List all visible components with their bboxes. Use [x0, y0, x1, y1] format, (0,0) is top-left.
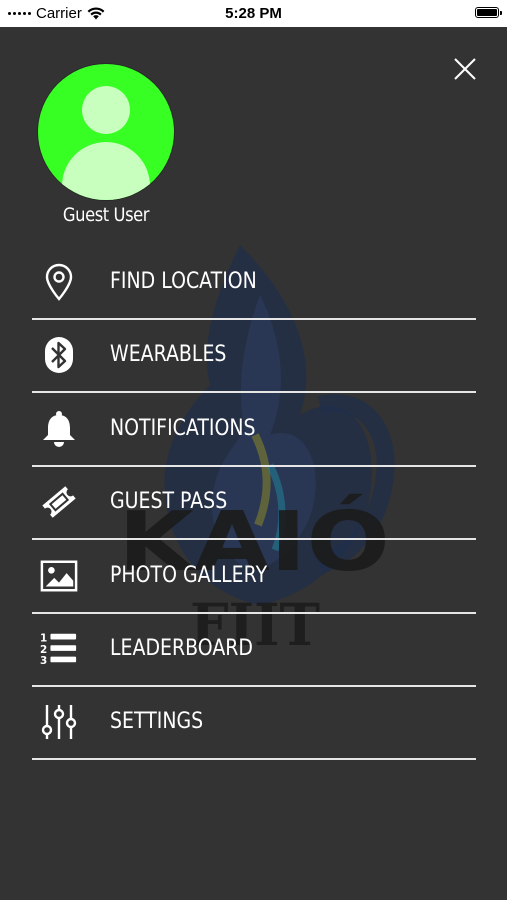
- ranked-list-icon: 1 2 3: [40, 630, 78, 668]
- user-name: Guest User: [62, 204, 150, 226]
- menu-item-wearables[interactable]: WEARABLES: [32, 321, 476, 394]
- status-bar: Carrier 5:28 PM: [0, 0, 507, 27]
- avatar[interactable]: [38, 64, 174, 200]
- menu-item-notifications[interactable]: NOTIFICATIONS: [32, 395, 476, 467]
- menu-item-leaderboard[interactable]: 1 2 3 LEADERBOARD: [32, 615, 476, 687]
- menu-item-photo-gallery[interactable]: PHOTO GALLERY: [32, 542, 476, 614]
- location-pin-icon: [40, 263, 78, 301]
- menu-item-label: NOTIFICATIONS: [110, 415, 256, 441]
- menu-item-label: FIND LOCATION: [110, 269, 257, 294]
- avatar-head: [82, 86, 130, 134]
- menu-item-label: GUEST PASS: [110, 489, 228, 515]
- bluetooth-icon: [40, 336, 78, 374]
- side-menu: FIND LOCATION WEARABLES NOTIFICATIONS GU…: [32, 248, 476, 762]
- svg-text:2: 2: [40, 644, 47, 656]
- ticket-icon: [40, 483, 78, 521]
- menu-item-label: LEADERBOARD: [110, 635, 253, 661]
- menu-item-find-location[interactable]: FIND LOCATION: [32, 248, 476, 320]
- sliders-icon: [40, 703, 78, 741]
- svg-text:3: 3: [40, 655, 47, 667]
- battery-icon: [475, 7, 502, 18]
- image-icon: [40, 557, 78, 595]
- menu-item-label: PHOTO GALLERY: [110, 562, 268, 588]
- svg-text:1: 1: [40, 632, 47, 644]
- menu-item-label: SETTINGS: [110, 709, 204, 735]
- bell-icon: [40, 410, 78, 448]
- menu-item-settings[interactable]: SETTINGS: [32, 688, 476, 761]
- close-icon[interactable]: [452, 56, 478, 82]
- status-time: 5:28 PM: [225, 5, 282, 22]
- menu-item-guest-pass[interactable]: GUEST PASS: [32, 468, 476, 541]
- menu-item-label: WEARABLES: [110, 342, 227, 368]
- avatar-body: [62, 142, 150, 200]
